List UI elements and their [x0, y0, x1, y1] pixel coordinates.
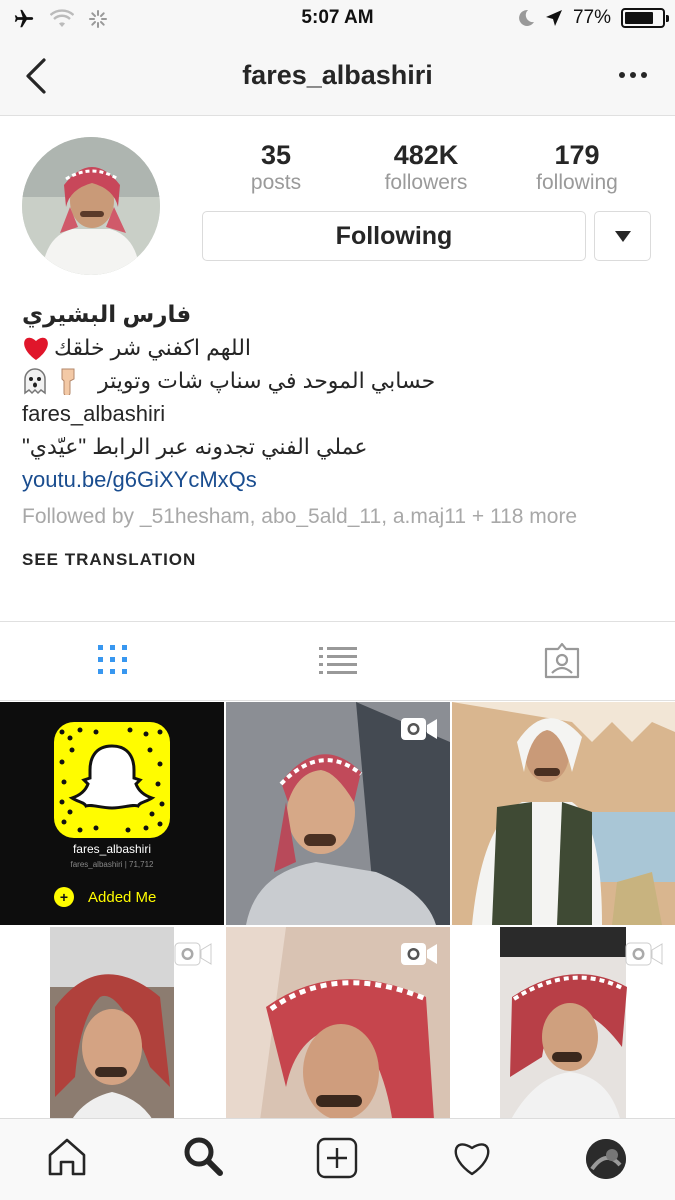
do-not-disturb-moon-icon	[519, 9, 534, 26]
status-bar: 5:07 AM 77%	[0, 0, 675, 38]
video-camera-icon	[625, 942, 663, 966]
post-thumbnail-video[interactable]	[226, 702, 450, 925]
profile-view-tabs	[0, 621, 675, 701]
snapcode-image: fares_albashiri fares_albashiri | 71,712…	[54, 722, 170, 907]
svg-text:+: +	[60, 889, 68, 905]
following-count-label: following	[536, 171, 618, 194]
bio-line-1: اللهم اكفني شر خلقك	[22, 331, 652, 364]
posts-count[interactable]: 35 posts	[200, 140, 352, 196]
snapcode-subtitle: fares_albashiri | 71,712	[70, 860, 154, 869]
posts-count-value: 35	[260, 140, 292, 170]
snapcode-username: fares_albashiri	[73, 842, 151, 856]
ellipsis-icon[interactable]	[619, 72, 647, 78]
post-thumbnail-video[interactable]	[452, 927, 675, 1150]
list-view-icon[interactable]	[319, 646, 357, 676]
followers-count[interactable]: 482K followers	[352, 140, 500, 196]
following-count-value: 179	[554, 140, 600, 170]
battery-icon	[621, 8, 669, 28]
red-heart-emoji-icon	[24, 337, 48, 360]
new-post-plus-icon[interactable]	[316, 1137, 358, 1179]
tagged-photos-icon[interactable]	[543, 642, 581, 680]
post-thumbnail-video[interactable]	[0, 927, 224, 1150]
battery-percentage: 77%	[572, 7, 611, 28]
profile-bio: فارس البشيري اللهم اكفني شر خلقك حسابي ا…	[22, 298, 652, 576]
snapcode-added-me: Added Me	[88, 889, 156, 906]
home-icon[interactable]	[46, 1137, 88, 1177]
followed-by-text[interactable]: Followed by _51hesham, abo_5ald_11, a.ma…	[22, 500, 652, 533]
post-thumbnail-photo[interactable]	[452, 702, 675, 925]
suggested-accounts-dropdown-button[interactable]	[594, 211, 651, 261]
video-camera-icon	[174, 942, 212, 966]
avatar-photo	[586, 1139, 626, 1179]
see-translation-button[interactable]: SEE TRANSLATION	[22, 543, 652, 576]
followers-count-value: 482K	[393, 140, 459, 170]
posts-count-label: posts	[250, 171, 302, 194]
post-thumbnail-video[interactable]	[226, 927, 450, 1150]
bio-line-3: fares_albashiri	[22, 401, 166, 426]
grid-view-icon[interactable]	[97, 644, 129, 676]
bio-line-1-text: اللهم اكفني شر خلقك	[54, 335, 252, 360]
activity-heart-icon[interactable]	[451, 1139, 493, 1177]
following-count[interactable]: 179 following	[500, 140, 654, 196]
followers-count-label: followers	[384, 171, 468, 194]
profile-username-title: fares_albashiri	[242, 60, 433, 90]
pointing-down-hand-emoji-icon	[61, 368, 75, 395]
battery-fill	[625, 12, 653, 24]
ghost-emoji-icon	[24, 367, 46, 394]
profile-avatar-tab[interactable]	[586, 1139, 626, 1179]
bottom-tab-bar	[0, 1118, 675, 1200]
bio-line-2: حسابي الموحد في سناپ شات وتويتر	[22, 364, 652, 397]
post-photo	[452, 702, 675, 925]
video-camera-icon	[401, 718, 437, 740]
bio-website-link[interactable]: youtu.be/g6GiXYcMxQs	[22, 463, 652, 496]
video-camera-icon	[401, 943, 437, 965]
profile-stats: 35 posts 482K followers 179 following	[200, 140, 670, 196]
location-arrow-icon	[545, 10, 562, 26]
navigation-bar: fares_albashiri	[0, 38, 675, 116]
caret-down-icon	[614, 230, 631, 242]
avatar-photo	[22, 137, 160, 275]
bio-line-2-text: حسابي الموحد في سناپ شات وتويتر	[98, 368, 436, 393]
bio-line-4: عملي الفني تجدونه عبر الرابط "عيّدي"	[22, 434, 368, 459]
post-thumbnail-snapcode[interactable]: fares_albashiri fares_albashiri | 71,712…	[0, 702, 224, 925]
profile-full-name: فارس البشيري	[22, 301, 192, 327]
following-button[interactable]: Following	[202, 211, 586, 261]
profile-avatar[interactable]	[22, 137, 160, 275]
search-icon[interactable]	[182, 1135, 224, 1177]
